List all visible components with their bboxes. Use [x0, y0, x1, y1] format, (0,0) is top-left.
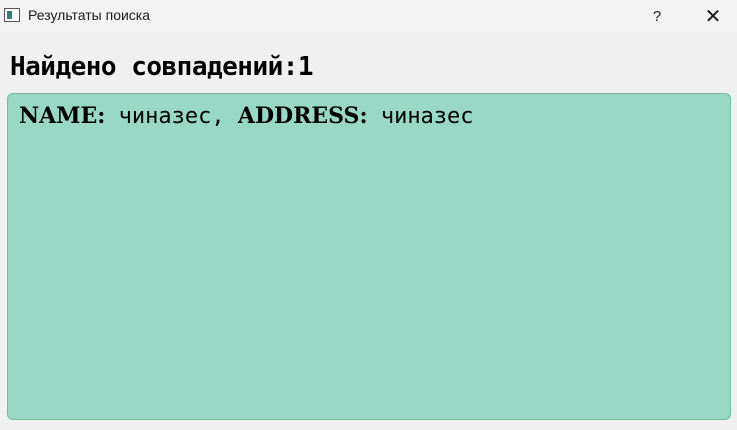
title-bar: Результаты поиска ? ✕	[0, 0, 737, 32]
results-area[interactable]: NAME: чиназес, ADDRESS: чиназес	[7, 93, 731, 420]
name-value: чиназес,	[105, 104, 238, 129]
close-button[interactable]: ✕	[690, 0, 736, 32]
app-window-icon	[4, 8, 20, 22]
result-entry: NAME: чиназес, ADDRESS: чиназес	[19, 103, 474, 129]
address-key: ADDRESS:	[237, 103, 368, 129]
help-button[interactable]: ?	[634, 0, 680, 32]
address-value: чиназес	[367, 104, 474, 129]
name-key: NAME:	[19, 103, 106, 129]
window-title: Результаты поиска	[28, 7, 151, 23]
match-count-heading: Найдено совпадений:1	[10, 52, 314, 82]
